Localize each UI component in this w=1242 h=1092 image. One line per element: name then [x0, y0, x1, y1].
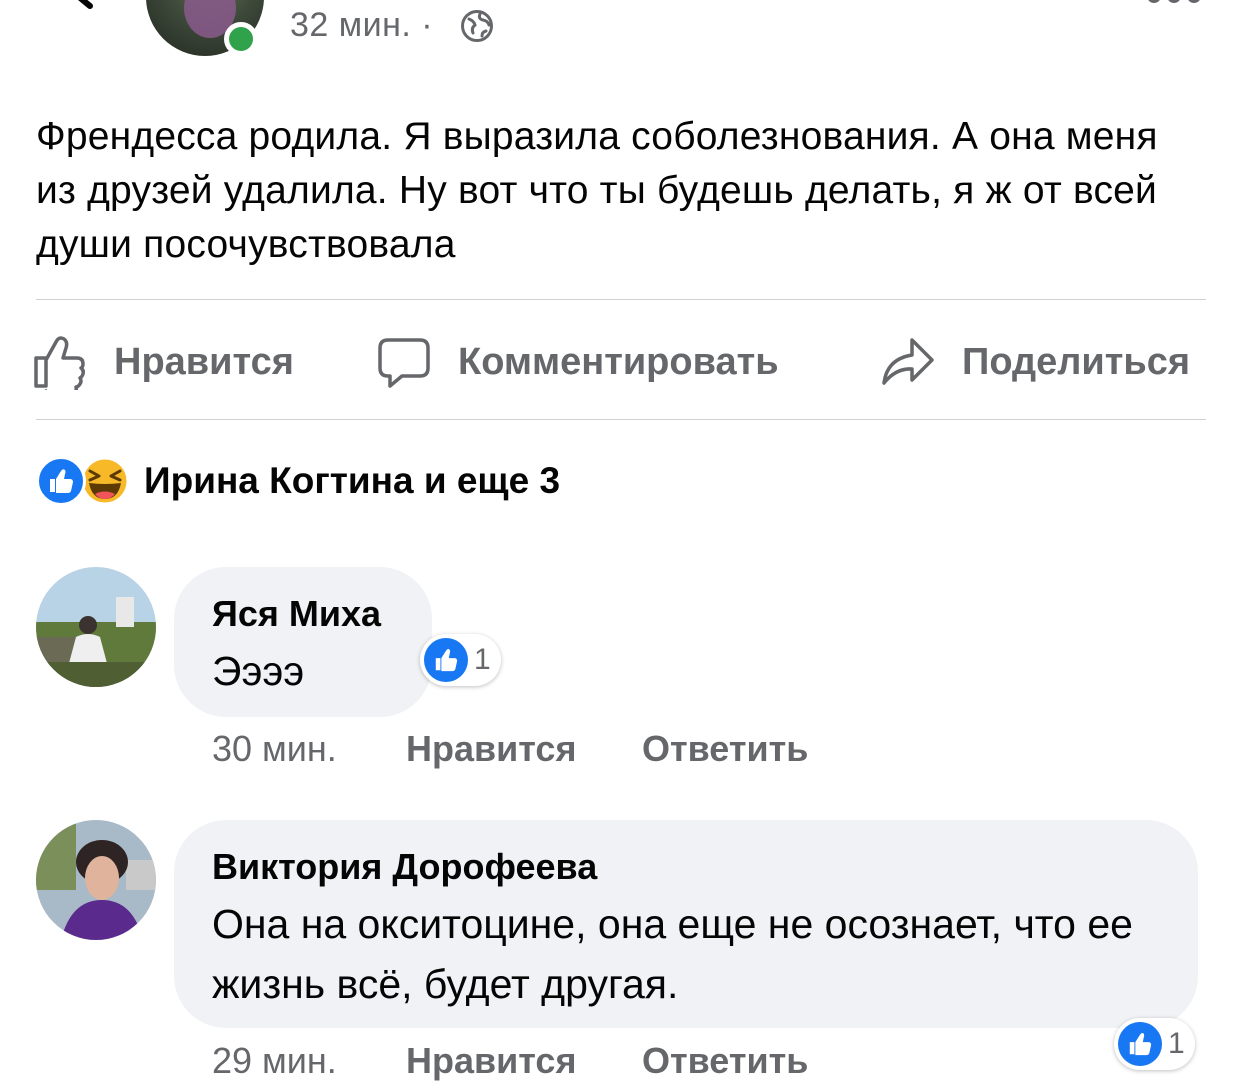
share-button-label: Поделиться: [962, 340, 1191, 383]
like-reaction-icon: [36, 456, 86, 506]
like-button[interactable]: Нравится: [32, 332, 294, 392]
globe-icon: [461, 10, 493, 42]
comment-avatar[interactable]: [36, 820, 156, 940]
like-reaction-icon: [424, 638, 468, 682]
share-button[interactable]: Поделиться: [880, 332, 1190, 392]
post-text: Френдесса родила. Я выразила соболезнова…: [36, 115, 1158, 266]
like-count: 1: [1168, 1027, 1185, 1060]
comment-reply-button[interactable]: Ответить: [642, 728, 808, 770]
comment-like-count[interactable]: 1: [1114, 1018, 1195, 1070]
reactions-summary-text: Ирина Когтина и еще 3: [144, 460, 561, 501]
comment-reply-button[interactable]: Ответить: [642, 1040, 808, 1082]
comment-like-button[interactable]: Нравится: [406, 1040, 576, 1082]
comment-text: Она на окситоцине, она еще не осознает, …: [212, 901, 1133, 1007]
reactions-summary[interactable]: Ирина Когтина и еще 3: [36, 456, 560, 506]
comment-like-button[interactable]: Нравится: [406, 728, 576, 770]
more-options-icon[interactable]: [1146, 0, 1202, 8]
comment-author[interactable]: Виктория Дорофеева: [212, 846, 597, 888]
haha-reaction-icon: [80, 456, 130, 506]
divider: [36, 419, 1206, 420]
comment-text: Ээээ: [212, 648, 305, 694]
like-count: 1: [474, 643, 491, 676]
comment-button[interactable]: Комментировать: [376, 332, 779, 392]
thumbs-up-icon: [34, 336, 85, 390]
share-arrow-icon: [882, 338, 934, 385]
like-button-label: Нравится: [114, 340, 294, 383]
comment-avatar[interactable]: [36, 567, 156, 687]
online-status-icon: [224, 22, 258, 56]
comment-time: 30 мин.: [212, 728, 337, 769]
comment-author[interactable]: Яся Миха: [212, 593, 381, 635]
back-chevron-icon[interactable]: [50, 0, 94, 22]
comment-like-count[interactable]: 1: [420, 634, 501, 686]
comment-bubble-icon: [378, 338, 430, 388]
comment-button-label: Комментировать: [458, 340, 779, 383]
like-reaction-icon: [1118, 1022, 1162, 1066]
comment-time: 29 мин.: [212, 1040, 337, 1081]
comment-bubble[interactable]: Яся Миха Ээээ: [174, 567, 432, 717]
divider: [36, 299, 1206, 300]
post-timestamp[interactable]: 32 мин. ·: [290, 6, 433, 45]
comment-bubble[interactable]: Виктория Дорофеева Она на окситоцине, он…: [174, 820, 1198, 1028]
